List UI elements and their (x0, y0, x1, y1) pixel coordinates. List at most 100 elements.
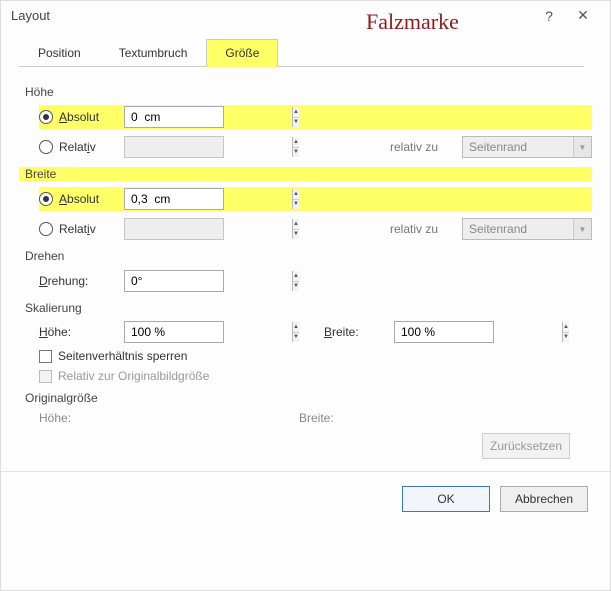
width-absolute-spinner[interactable]: ▲ ▼ (124, 188, 224, 210)
label-underline: B (324, 325, 332, 339)
width-absolute-row: Absolut ▲ ▼ (39, 187, 592, 211)
rotation-row: Drehung: ▲ ▼ (39, 269, 592, 293)
dialog-buttons: OK Abbrechen (1, 471, 610, 512)
relative-orig-checkbox: Relativ zur Originalbildgröße (39, 369, 592, 383)
rotation-label: Drehung: (39, 274, 124, 288)
spinner-down-icon[interactable]: ▼ (293, 200, 299, 210)
layout-dialog: Layout ? ✕ Falzmarke Position Textumbruc… (0, 0, 611, 591)
section-origsize: Originalgröße (25, 391, 592, 405)
spinner-down-icon[interactable]: ▼ (293, 282, 299, 292)
label-part: Relat (59, 222, 87, 236)
spinner-up-icon[interactable]: ▲ (293, 219, 299, 230)
scale-row: Höhe: ▲ ▼ Breite: ▲ ▼ (39, 321, 592, 343)
checkbox-icon (39, 370, 52, 383)
radio-height-absolute[interactable]: Absolut (39, 110, 124, 124)
section-rotate: Drehen (25, 249, 592, 263)
height-relative-row: Relativ ▲ ▼ relativ zu Seitenrand ▼ (39, 135, 592, 159)
section-width: Breite (19, 167, 592, 181)
tab-size[interactable]: Größe (206, 39, 278, 67)
spinner-down-icon[interactable]: ▼ (563, 333, 569, 343)
height-relative-input (125, 137, 292, 157)
radio-icon (39, 222, 53, 236)
label-part: Relat (59, 140, 87, 154)
spinner-buttons: ▲ ▼ (292, 107, 299, 127)
spinner-up-icon[interactable]: ▲ (563, 322, 569, 333)
width-relative-spinner: ▲ ▼ (124, 218, 224, 240)
rotation-input[interactable] (125, 271, 292, 291)
tab-position[interactable]: Position (19, 39, 100, 67)
scale-height-label: Höhe: (39, 325, 124, 339)
checkbox-icon (39, 350, 52, 363)
radio-height-relative[interactable]: Relativ (39, 140, 124, 154)
label-underline: H (39, 325, 48, 339)
dropdown-text: Seitenrand (463, 222, 573, 236)
label-rest: bsolut (67, 192, 99, 206)
ok-button[interactable]: OK (402, 486, 490, 512)
radio-icon (39, 110, 53, 124)
relative-to-label: relativ zu (390, 140, 462, 154)
label-rest: rehung: (48, 274, 89, 288)
label-part: v (90, 140, 96, 154)
dropdown-text: Seitenrand (463, 140, 573, 154)
radio-width-absolute[interactable]: Absolut (39, 192, 124, 206)
tab-strip: Position Textumbruch Größe (19, 38, 584, 67)
label-underline: A (59, 110, 67, 124)
spinner-down-icon[interactable]: ▼ (293, 118, 299, 128)
scale-width-input[interactable] (395, 322, 562, 342)
lock-aspect-label: Seitenverhältnis sperren (58, 349, 187, 363)
scale-width-spinner[interactable]: ▲ ▼ (394, 321, 494, 343)
height-absolute-input[interactable] (125, 107, 292, 127)
scale-height-input[interactable] (125, 322, 292, 342)
reset-button: Zurücksetzen (482, 433, 570, 459)
spinner-down-icon[interactable]: ▼ (293, 230, 299, 240)
radio-width-relative[interactable]: Relativ (39, 222, 124, 236)
scale-height-spinner[interactable]: ▲ ▼ (124, 321, 224, 343)
tab-textwrap[interactable]: Textumbruch (100, 39, 207, 67)
dialog-title: Layout (11, 8, 50, 23)
spinner-up-icon[interactable]: ▲ (293, 322, 299, 333)
orig-width-label: Breite: (299, 411, 559, 425)
height-relative-dropdown: Seitenrand ▼ (462, 136, 592, 158)
width-relative-to: relativ zu Seitenrand ▼ (390, 218, 592, 240)
label-rest: öhe: (48, 325, 71, 339)
help-icon[interactable]: ? (532, 8, 566, 24)
height-absolute-spinner[interactable]: ▲ ▼ (124, 106, 224, 128)
height-absolute-row: Absolut ▲ ▼ (39, 105, 592, 129)
relative-to-label: relativ zu (390, 222, 462, 236)
label-rest: reite: (332, 325, 359, 339)
section-scale: Skalierung (25, 301, 592, 315)
height-relative-to: relativ zu Seitenrand ▼ (390, 136, 592, 158)
rotation-spinner[interactable]: ▲ ▼ (124, 270, 224, 292)
lock-aspect-checkbox[interactable]: Seitenverhältnis sperren (39, 349, 592, 363)
label-underline: D (39, 274, 48, 288)
section-height: Höhe (25, 85, 592, 99)
close-icon[interactable]: ✕ (566, 7, 600, 24)
chevron-down-icon: ▼ (573, 137, 591, 157)
reset-row: Zurücksetzen (25, 427, 592, 459)
spinner-up-icon[interactable]: ▲ (293, 137, 299, 148)
spinner-down-icon[interactable]: ▼ (293, 333, 299, 343)
scale-width-label: Breite: (324, 325, 394, 339)
spinner-down-icon[interactable]: ▼ (293, 148, 299, 158)
orig-size-row: Höhe: Breite: (39, 411, 592, 425)
width-relative-dropdown: Seitenrand ▼ (462, 218, 592, 240)
tab-content: Höhe Absolut ▲ ▼ Relativ (1, 67, 610, 459)
label-underline: A (59, 192, 67, 206)
height-relative-spinner: ▲ ▼ (124, 136, 224, 158)
annotation-text: Falzmarke (366, 9, 459, 35)
spinner-up-icon[interactable]: ▲ (293, 189, 299, 200)
width-relative-input (125, 219, 292, 239)
spinner-up-icon[interactable]: ▲ (293, 271, 299, 282)
label-rest: bsolut (67, 110, 99, 124)
cancel-button[interactable]: Abbrechen (500, 486, 588, 512)
width-absolute-input[interactable] (125, 189, 292, 209)
chevron-down-icon: ▼ (573, 219, 591, 239)
orig-height-label: Höhe: (39, 411, 299, 425)
radio-icon (39, 140, 53, 154)
label-part: v (90, 222, 96, 236)
titlebar: Layout ? ✕ (1, 1, 610, 26)
spinner-up-icon[interactable]: ▲ (293, 107, 299, 118)
radio-icon (39, 192, 53, 206)
relative-orig-label: Relativ zur Originalbildgröße (58, 369, 209, 383)
width-relative-row: Relativ ▲ ▼ relativ zu Seitenrand ▼ (39, 217, 592, 241)
